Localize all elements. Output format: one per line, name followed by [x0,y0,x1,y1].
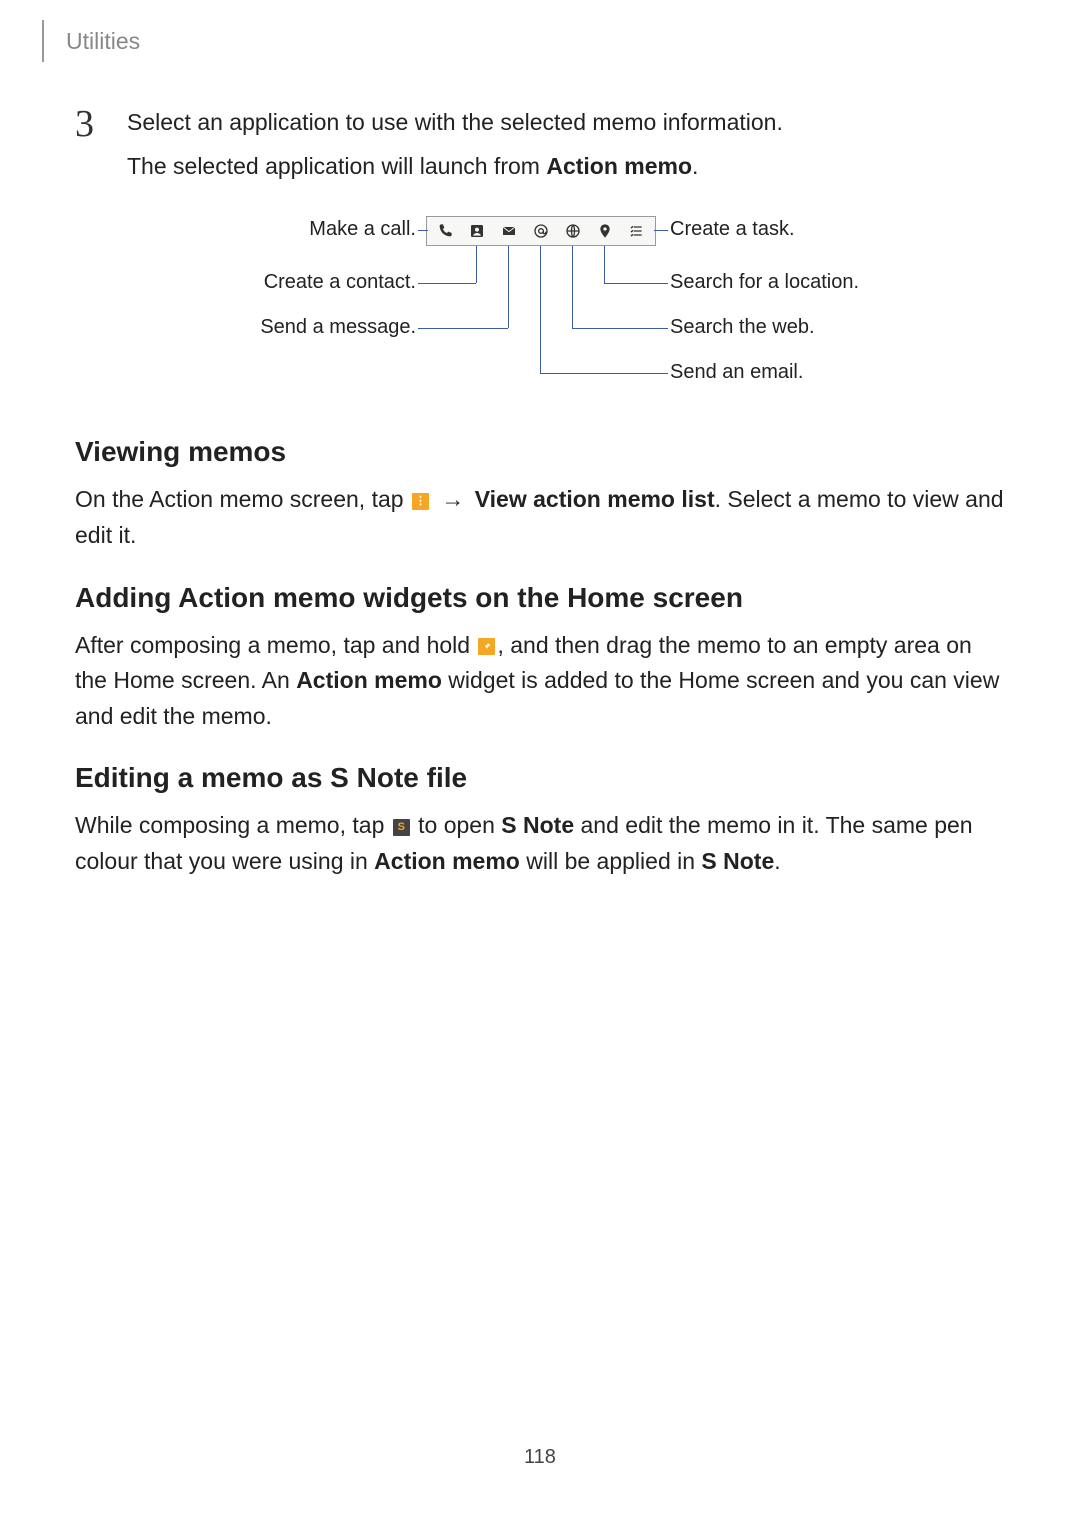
heading-adding-widgets: Adding Action memo widgets on the Home s… [75,582,1005,614]
paragraph: While composing a memo, tap S to open S … [75,808,1005,879]
step-line-1: Select an application to use with the se… [127,105,1005,141]
paragraph: On the Action memo screen, tap ⋮ → View … [75,482,1005,553]
connector [540,246,541,373]
envelope-icon [494,220,524,242]
globe-icon [558,220,588,242]
snote-icon: S [393,819,410,836]
step-number: 3 [75,105,103,143]
pushpin-icon [478,638,495,655]
label-task: Create a task. [670,218,795,241]
text: . [692,153,698,179]
bold-text: View action memo list [475,486,715,512]
connector [418,283,476,284]
heading-editing-snote: Editing a memo as S Note file [75,762,1005,794]
connector [604,283,668,284]
heading-viewing-memos: Viewing memos [75,436,1005,468]
phone-icon [430,220,460,242]
bold-text: S Note [501,812,574,838]
at-icon [526,220,556,242]
text: will be applied in [520,848,702,874]
action-memo-diagram: Make a call. Create a contact. Send a me… [180,216,900,396]
header-title: Utilities [66,28,140,55]
contact-icon [462,220,492,242]
section-editing-snote: Editing a memo as S Note file While comp… [75,762,1005,879]
connector [604,246,605,283]
bold-text: S Note [701,848,774,874]
label-web: Search the web. [670,316,815,339]
text: The selected application will launch fro… [127,153,546,179]
step-3: 3 Select an application to use with the … [75,105,1005,192]
section-viewing-memos: Viewing memos On the Action memo screen,… [75,436,1005,553]
page-header: Utilities [42,20,140,62]
section-adding-widgets: Adding Action memo widgets on the Home s… [75,582,1005,735]
text: On the Action memo screen, tap [75,486,410,512]
text: While composing a memo, tap [75,812,391,838]
bold-text: Action memo [296,667,442,693]
connector [572,328,668,329]
icon-toolbar [426,216,656,246]
connector [418,230,428,231]
step-line-2: The selected application will launch fro… [127,149,1005,185]
bold-text: Action memo [546,153,692,179]
connector [572,246,573,328]
bold-text: Action memo [374,848,520,874]
checklist-icon [622,220,652,242]
label-email: Send an email. [670,361,803,384]
label-location: Search for a location. [670,271,859,294]
page-number: 118 [0,1446,1080,1469]
connector [418,328,508,329]
arrow-icon: → [441,486,464,512]
step-body: Select an application to use with the se… [127,105,1005,192]
header-divider [42,20,44,62]
text: After composing a memo, tap and hold [75,632,476,658]
connector [476,246,477,283]
pin-icon [590,220,620,242]
connector [508,246,509,328]
text: to open [412,812,502,838]
label-contact: Create a contact. [180,271,416,294]
connector [654,230,668,231]
connector [540,373,668,374]
more-options-icon: ⋮ [412,493,429,510]
label-message: Send a message. [180,316,416,339]
paragraph: After composing a memo, tap and hold , a… [75,628,1005,735]
label-call: Make a call. [180,218,416,241]
main-content: 3 Select an application to use with the … [75,105,1005,908]
text: . [774,848,780,874]
